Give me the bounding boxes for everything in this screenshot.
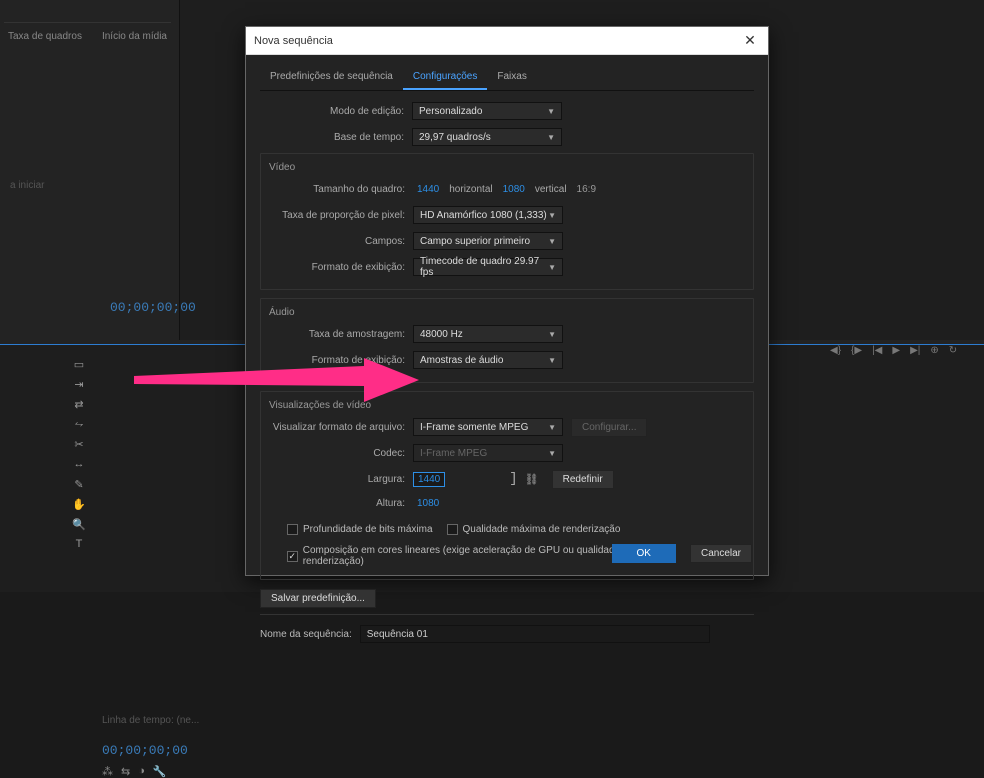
chevron-down-icon: ▼ [547,133,555,142]
height-label: Altura: [269,498,413,509]
video-previews-title: Visualizações de vídeo [269,400,745,411]
display-format-label: Formato de exibição: [269,262,413,273]
bracket-icon: ] [505,474,521,484]
dialog-title: Nova sequência [254,35,740,47]
chevron-down-icon: ▼ [547,107,555,116]
play-icon[interactable]: ▶ [892,345,900,356]
codec-select: I-Frame MPEG▼ [413,444,563,462]
width-label: Largura: [269,474,413,485]
selection-tool-icon[interactable]: ▭ [72,358,86,372]
aspect-ratio-label: 16:9 [573,184,600,195]
snap-icon[interactable]: ⁂ [102,765,113,778]
ripple-tool-icon[interactable]: ⇄ [72,398,86,412]
chevron-down-icon: ▼ [548,263,556,272]
marker-icon[interactable]: ◑ [138,765,145,778]
vertical-label: vertical [529,184,573,195]
audio-display-format-label: Formato de exibição: [269,355,413,366]
step-fwd-icon[interactable]: ▶| [910,345,920,356]
codec-label: Codec: [269,448,413,459]
track-select-tool-icon[interactable]: ⇥ [72,378,86,392]
audio-section-title: Áudio [269,307,745,318]
edit-mode-label: Modo de edição: [260,106,412,117]
sequence-name-input[interactable] [360,625,710,643]
pixel-aspect-label: Taxa de proporção de pixel: [269,210,413,221]
go-prev-icon[interactable]: ◀} [830,345,841,356]
tab-presets[interactable]: Predefinições de sequência [260,65,403,90]
transport-controls: ◀} {▶ |◀ ▶ ▶| ⊕ ↻ [830,345,957,356]
horizontal-label: horizontal [443,184,498,195]
dialog-body: Predefinições de sequência Configurações… [246,55,768,575]
frame-width-value[interactable]: 1440 [413,184,443,195]
zoom-tool-icon[interactable]: 🔍 [72,518,86,532]
timebase-label: Base de tempo: [260,132,412,143]
max-render-quality-checkbox[interactable]: Qualidade máxima de renderização [447,524,621,535]
video-section: Vídeo Tamanho do quadro: 1440 horizontal… [260,153,754,290]
timeline-option-icons: ⁂ ⇆ ◑ 🔧 [102,765,167,778]
sequence-name-label: Nome da sequência: [260,629,360,640]
dialog-footer: OK Cancelar [612,544,752,563]
ok-button[interactable]: OK [612,544,676,563]
link-dimensions-icon[interactable]: ⛓ [522,473,542,486]
chevron-down-icon: ▼ [548,330,556,339]
chevron-down-icon: ▼ [548,423,556,432]
col-media-start: Início da mídia [102,31,167,42]
sample-rate-label: Taxa de amostragem: [269,329,413,340]
close-icon[interactable]: ✕ [740,32,760,49]
type-tool-icon[interactable]: T [72,538,86,552]
dialog-tabs: Predefinições de sequência Configurações… [260,65,754,91]
project-left-panel: Taxa de quadros Início da mídia [0,0,180,340]
reset-button[interactable]: Redefinir [552,470,614,489]
dialog-titlebar: Nova sequência ✕ [246,27,768,55]
max-bit-depth-checkbox[interactable]: Profundidade de bits máxima [287,524,433,535]
timeline-tab-label: Linha de tempo: (ne... [102,715,199,726]
go-out-icon[interactable]: ⊕ [930,345,938,356]
pen-tool-icon[interactable]: ✎ [72,478,86,492]
preview-file-format-select[interactable]: I-Frame somente MPEG▼ [413,418,563,436]
preview-height-value[interactable]: 1080 [413,498,443,509]
preview-file-format-label: Visualizar formato de arquivo: [269,422,413,433]
col-framerate: Taxa de quadros [8,31,82,42]
audio-display-format-select[interactable]: Amostras de áudio▼ [413,351,563,369]
chevron-down-icon: ▼ [548,449,556,458]
checkbox-icon [447,524,458,535]
audio-section: Áudio Taxa de amostragem: 48000 Hz▼ Form… [260,298,754,383]
source-timecode: 00;00;00;00 [110,300,196,315]
cancel-button[interactable]: Cancelar [690,544,752,563]
edit-mode-select[interactable]: Personalizado▼ [412,102,562,120]
video-section-title: Vídeo [269,162,745,173]
sample-rate-select[interactable]: 48000 Hz▼ [413,325,563,343]
frame-size-label: Tamanho do quadro: [269,184,413,195]
fields-select[interactable]: Campo superior primeiro▼ [413,232,563,250]
rolling-tool-icon[interactable]: ⥊ [72,418,86,432]
slip-tool-icon[interactable]: ↔ [72,458,86,472]
display-format-select[interactable]: Timecode de quadro 29.97 fps▼ [413,258,563,276]
preview-width-input[interactable]: 1440 [413,472,445,487]
go-in-icon[interactable]: {▶ [851,345,862,356]
linked-icon[interactable]: ⇆ [121,765,130,778]
hand-tool-icon[interactable]: ✋ [72,498,86,512]
wrench-icon[interactable]: 🔧 [153,765,167,778]
chevron-down-icon: ▼ [548,356,556,365]
loop-icon[interactable]: ↻ [949,345,957,356]
new-sequence-dialog: Nova sequência ✕ Predefinições de sequên… [245,26,769,576]
checkbox-checked-icon: ✓ [287,551,298,562]
step-back-icon[interactable]: |◀ [872,345,882,356]
razor-tool-icon[interactable]: ✂ [72,438,86,452]
tools-strip: ▭ ⇥ ⇄ ⥊ ✂ ↔ ✎ ✋ 🔍 T [72,358,88,552]
timeline-timecode[interactable]: 00;00;00;00 [102,743,188,758]
save-preset-button[interactable]: Salvar predefinição... [260,589,376,608]
chevron-down-icon: ▼ [548,237,556,246]
drop-media-hint: a iniciar [10,180,44,191]
frame-height-value[interactable]: 1080 [499,184,529,195]
timebase-select[interactable]: 29,97 quadros/s▼ [412,128,562,146]
configure-button: Configurar... [571,418,647,437]
tab-tracks[interactable]: Faixas [487,65,536,90]
chevron-down-icon: ▼ [548,211,556,220]
tab-settings[interactable]: Configurações [403,65,487,90]
checkbox-icon [287,524,298,535]
fields-label: Campos: [269,236,413,247]
pixel-aspect-select[interactable]: HD Anamórfico 1080 (1,333)▼ [413,206,563,224]
